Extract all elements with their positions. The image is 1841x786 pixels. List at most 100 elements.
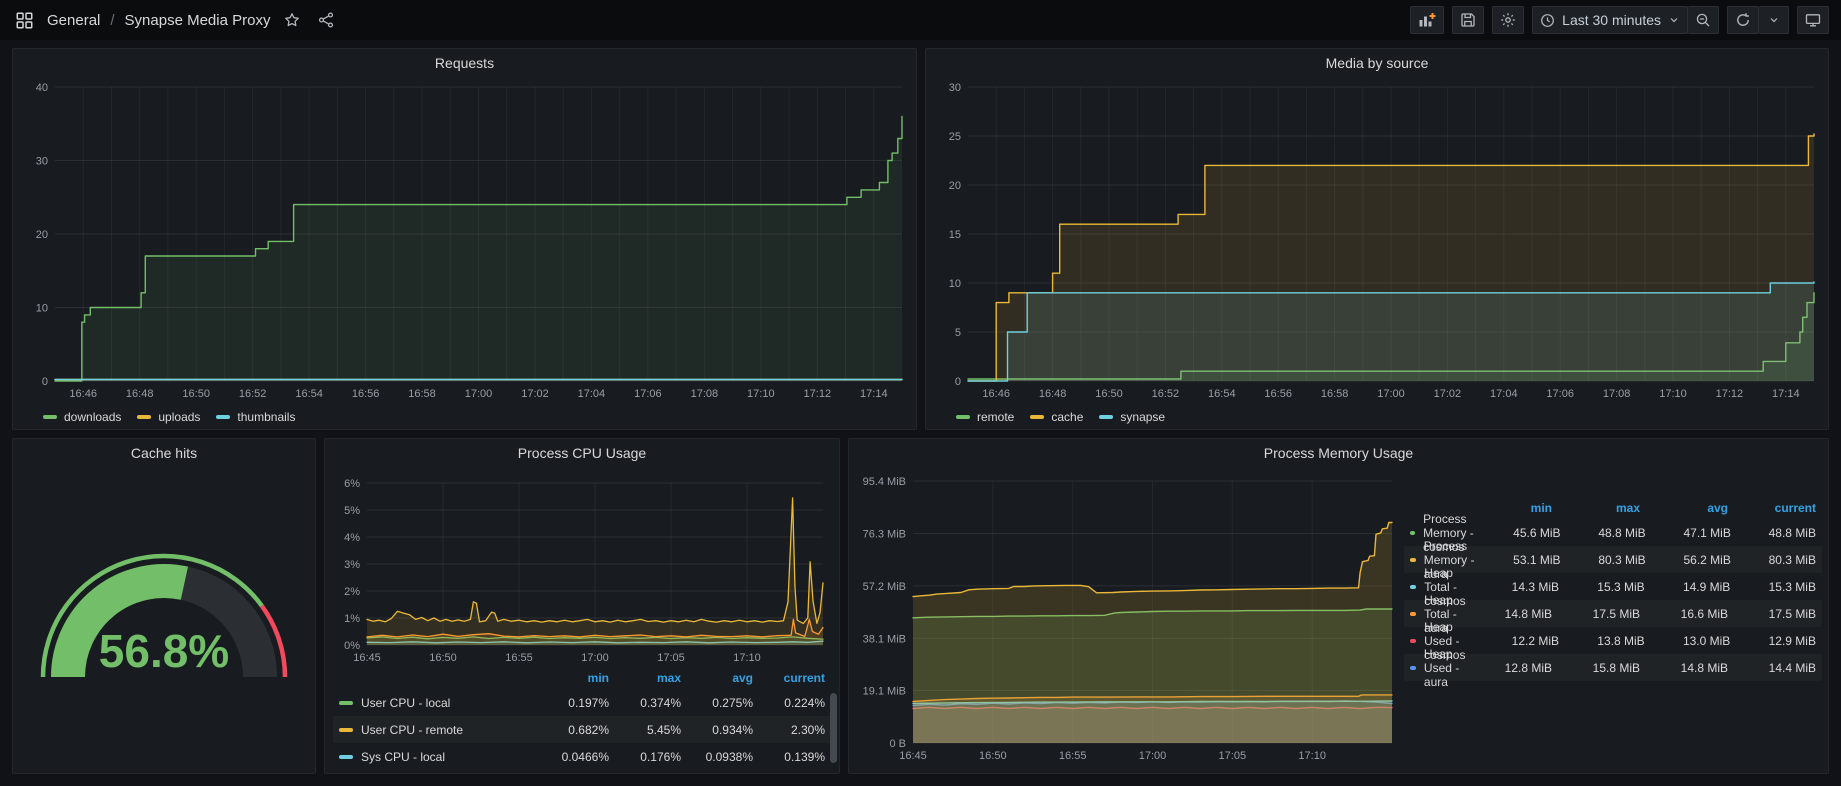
legend-swatch bbox=[1410, 639, 1416, 643]
panel-title-media[interactable]: Media by source bbox=[934, 49, 1820, 77]
legend-label: remote bbox=[977, 410, 1014, 424]
panel-title-cpu[interactable]: Process CPU Usage bbox=[333, 439, 831, 467]
y-axis-tick-label: 76.3 MiB bbox=[863, 529, 906, 541]
panel-media-by-source: Media by source 05101520253016:4616:4816… bbox=[925, 48, 1829, 430]
x-axis-tick-label: 17:00 bbox=[1139, 750, 1167, 762]
legend-row-Heap Used - cosmos: Heap Used - cosmos12.2 MiB13.8 MiB13.0 M… bbox=[1404, 627, 1822, 654]
x-axis-tick-label: 17:10 bbox=[1659, 388, 1687, 400]
legend-swatch bbox=[956, 415, 970, 419]
add-panel-button[interactable] bbox=[1410, 6, 1444, 34]
navbar-left: General / Synapse Media Proxy bbox=[12, 8, 338, 33]
x-axis-tick-label: 17:08 bbox=[691, 388, 719, 400]
legend-value-min: 14.8 MiB bbox=[1464, 607, 1552, 621]
time-range-picker[interactable]: Last 30 minutes bbox=[1532, 6, 1688, 34]
legend-series-toggle[interactable]: User CPU - local bbox=[339, 696, 537, 710]
legend-item-remote[interactable]: remote bbox=[956, 410, 1014, 424]
legend-value-min: 0.682% bbox=[537, 723, 609, 737]
cpu-legend-table: minmaxavgcurrentUser CPU - local0.197%0.… bbox=[333, 667, 831, 770]
legend-column-min[interactable]: min bbox=[537, 671, 609, 685]
share-button[interactable] bbox=[314, 8, 338, 32]
legend-value-current: 12.9 MiB bbox=[1730, 634, 1816, 648]
refresh-button[interactable] bbox=[1727, 6, 1759, 34]
x-axis-tick-label: 16:58 bbox=[1321, 388, 1349, 400]
panel-title-memory[interactable]: Process Memory Usage bbox=[857, 439, 1820, 467]
y-axis-tick-label: 3% bbox=[344, 559, 360, 571]
legend-column-avg[interactable]: avg bbox=[1640, 501, 1728, 515]
legend-table-header: minmaxavgcurrent bbox=[333, 667, 831, 689]
x-axis-tick-label: 17:05 bbox=[657, 652, 685, 664]
x-axis-tick-label: 17:12 bbox=[804, 388, 832, 400]
legend-value-min: 45.6 MiB bbox=[1475, 526, 1560, 540]
legend-value-max: 80.3 MiB bbox=[1561, 553, 1646, 567]
legend-column-max[interactable]: max bbox=[609, 671, 681, 685]
legend-column-avg[interactable]: avg bbox=[681, 671, 753, 685]
x-axis-tick-label: 16:54 bbox=[295, 388, 323, 400]
x-axis-tick-label: 16:56 bbox=[1264, 388, 1292, 400]
save-dashboard-button[interactable] bbox=[1452, 6, 1484, 34]
legend-value-avg: 14.8 MiB bbox=[1640, 661, 1728, 675]
legend-series-toggle[interactable]: Sys CPU - local bbox=[339, 750, 537, 764]
legend-item-uploads[interactable]: uploads bbox=[137, 410, 200, 424]
legend-swatch bbox=[1410, 585, 1416, 589]
x-axis-tick-label: 17:04 bbox=[578, 388, 606, 400]
legend-column-min[interactable]: min bbox=[1464, 501, 1552, 515]
legend-series-toggle[interactable]: Heap Used - aura bbox=[1410, 647, 1464, 689]
y-axis-tick-label: 5% bbox=[344, 505, 360, 517]
legend-value-min: 53.1 MiB bbox=[1475, 553, 1560, 567]
legend-label: User CPU - remote bbox=[361, 723, 463, 737]
time-range-label: Last 30 minutes bbox=[1562, 12, 1661, 28]
legend-value-min: 12.2 MiB bbox=[1473, 634, 1559, 648]
legend-column-current[interactable]: current bbox=[1728, 501, 1816, 515]
legend-column-current[interactable]: current bbox=[753, 671, 825, 685]
legend-swatch bbox=[1030, 415, 1044, 419]
legend-swatch bbox=[1410, 558, 1416, 562]
refresh-icon bbox=[1735, 12, 1751, 28]
cpu-chart[interactable]: 0%1%2%3%4%5%6%16:4516:5016:5517:0017:051… bbox=[333, 467, 833, 667]
x-axis-tick-label: 17:10 bbox=[1298, 750, 1326, 762]
legend-value-current: 0.139% bbox=[753, 750, 825, 764]
y-axis-tick-label: 1% bbox=[344, 613, 360, 625]
legend-value-avg: 0.275% bbox=[681, 696, 753, 710]
star-icon bbox=[284, 12, 300, 28]
requests-chart[interactable]: 01020304016:4616:4816:5016:5216:5416:561… bbox=[21, 77, 910, 403]
legend-row-Heap Total - cosmos: Heap Total - cosmos14.3 MiB15.3 MiB14.9 … bbox=[1404, 573, 1822, 600]
favorite-button[interactable] bbox=[280, 8, 304, 32]
legend-item-cache[interactable]: cache bbox=[1030, 410, 1083, 424]
legend-item-thumbnails[interactable]: thumbnails bbox=[216, 410, 295, 424]
dashboard-settings-button[interactable] bbox=[1492, 6, 1524, 34]
panel-process-cpu-usage: Process CPU Usage 0%1%2%3%4%5%6%16:4516:… bbox=[324, 438, 840, 774]
navbar-toolbar: Last 30 minutes bbox=[1410, 6, 1829, 34]
y-axis-tick-label: 57.2 MiB bbox=[863, 581, 906, 593]
panel-title-requests[interactable]: Requests bbox=[21, 49, 908, 77]
media-chart[interactable]: 05101520253016:4616:4816:5016:5216:5416:… bbox=[934, 77, 1822, 403]
breadcrumb-folder[interactable]: General bbox=[47, 12, 100, 29]
refresh-interval-caret[interactable] bbox=[1759, 6, 1789, 34]
legend-column-max[interactable]: max bbox=[1552, 501, 1640, 515]
legend-row-User CPU - local: User CPU - local0.197%0.374%0.275%0.224% bbox=[333, 689, 831, 716]
memory-panel-body: 0 B19.1 MiB38.1 MiB57.2 MiB76.3 MiB95.4 … bbox=[857, 467, 1820, 767]
legend-item-synapse[interactable]: synapse bbox=[1099, 410, 1165, 424]
panel-title-cache-hits[interactable]: Cache hits bbox=[21, 439, 307, 467]
legend-value-min: 12.8 MiB bbox=[1464, 661, 1552, 675]
legend-label: Heap Used - aura bbox=[1424, 647, 1464, 689]
dashboards-button[interactable] bbox=[12, 8, 37, 33]
legend-value-min: 14.3 MiB bbox=[1473, 580, 1559, 594]
y-axis-tick-label: 30 bbox=[36, 156, 48, 168]
legend-value-current: 15.3 MiB bbox=[1730, 580, 1816, 594]
legend-scrollbar[interactable] bbox=[830, 693, 837, 763]
x-axis-tick-label: 16:50 bbox=[182, 388, 210, 400]
x-axis-tick-label: 16:52 bbox=[1152, 388, 1180, 400]
legend-item-downloads[interactable]: downloads bbox=[43, 410, 121, 424]
x-axis-tick-label: 17:14 bbox=[1772, 388, 1800, 400]
x-axis-tick-label: 16:52 bbox=[239, 388, 267, 400]
zoom-out-button[interactable] bbox=[1688, 6, 1719, 34]
y-axis-tick-label: 4% bbox=[344, 532, 360, 544]
legend-series-toggle[interactable]: User CPU - remote bbox=[339, 723, 537, 737]
y-axis-tick-label: 6% bbox=[344, 478, 360, 490]
cycle-view-mode-button[interactable] bbox=[1797, 6, 1829, 34]
memory-chart[interactable]: 0 B19.1 MiB38.1 MiB57.2 MiB76.3 MiB95.4 … bbox=[857, 467, 1402, 767]
legend-value-avg: 14.9 MiB bbox=[1645, 580, 1731, 594]
legend-value-avg: 0.0938% bbox=[681, 750, 753, 764]
legend-value-current: 17.5 MiB bbox=[1728, 607, 1816, 621]
y-axis-tick-label: 40 bbox=[36, 82, 48, 94]
